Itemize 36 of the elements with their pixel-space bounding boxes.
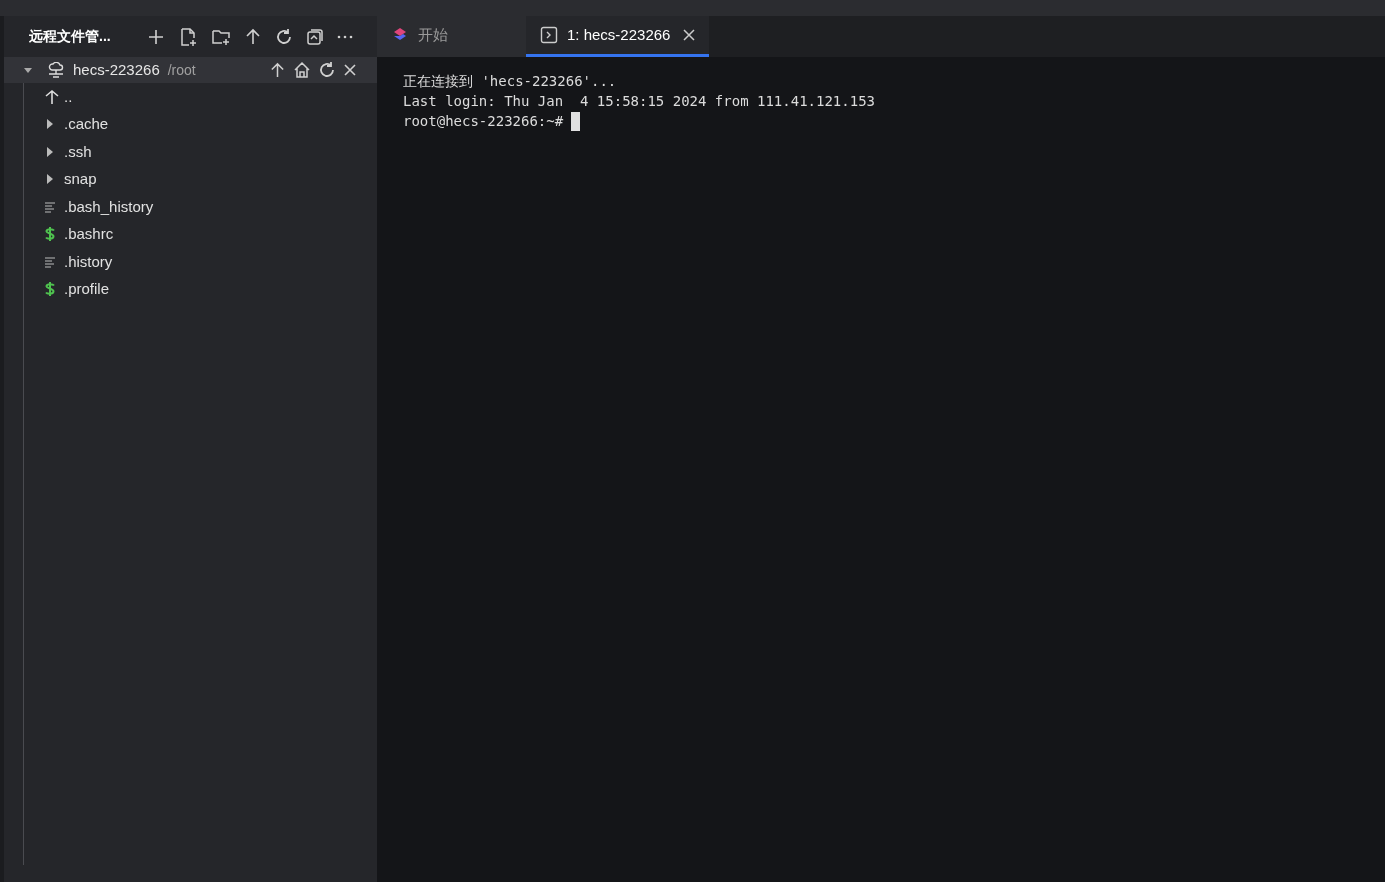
up-arrow-icon[interactable] xyxy=(269,61,286,79)
tree-root-row[interactable]: hecs-223266 /root xyxy=(4,57,377,83)
refresh-icon[interactable] xyxy=(275,27,293,46)
tab[interactable]: 开始 xyxy=(377,16,526,57)
cloud-server-icon xyxy=(47,62,65,78)
close-icon[interactable] xyxy=(683,29,696,41)
refresh-icon[interactable] xyxy=(318,61,336,79)
text-file-icon xyxy=(44,200,56,213)
dollar-icon xyxy=(44,226,56,243)
add-icon[interactable] xyxy=(147,27,165,46)
dollar-icon xyxy=(44,281,56,298)
up-arrow-icon xyxy=(44,88,60,105)
tab[interactable]: 1: hecs-223266 xyxy=(526,16,710,57)
terminal-line: Last login: Thu Jan 4 15:58:15 2024 from 111.41.121.153 xyxy=(403,92,875,111)
file-name[interactable]: .profile xyxy=(64,278,110,301)
path-label: /root xyxy=(167,60,196,80)
text-file-icon xyxy=(44,255,56,268)
panel-title: 远程文件管... xyxy=(29,27,112,46)
terminal-icon xyxy=(540,26,558,44)
file-name[interactable]: .history xyxy=(64,250,113,273)
close-icon[interactable] xyxy=(343,63,357,77)
up-arrow-icon[interactable] xyxy=(244,27,262,46)
new-file-icon[interactable] xyxy=(178,26,198,47)
terminal-line: 正在连接到 'hecs-223266'... xyxy=(403,72,617,91)
file-name[interactable]: .. xyxy=(64,85,73,108)
terminal-prompt: root@hecs-223266:~# xyxy=(403,112,564,131)
file-name[interactable]: .ssh xyxy=(64,140,92,163)
text-cursor xyxy=(571,111,581,131)
file-name[interactable]: snap xyxy=(64,168,97,191)
more-icon[interactable] xyxy=(337,34,353,39)
file-name[interactable]: .bash_history xyxy=(64,195,154,218)
home-icon[interactable] xyxy=(293,61,311,79)
collapse-icon[interactable] xyxy=(306,27,324,46)
file-name[interactable]: .cache xyxy=(64,113,109,136)
host-name: hecs-223266 xyxy=(73,59,160,80)
file-name[interactable]: .bashrc xyxy=(64,223,114,246)
